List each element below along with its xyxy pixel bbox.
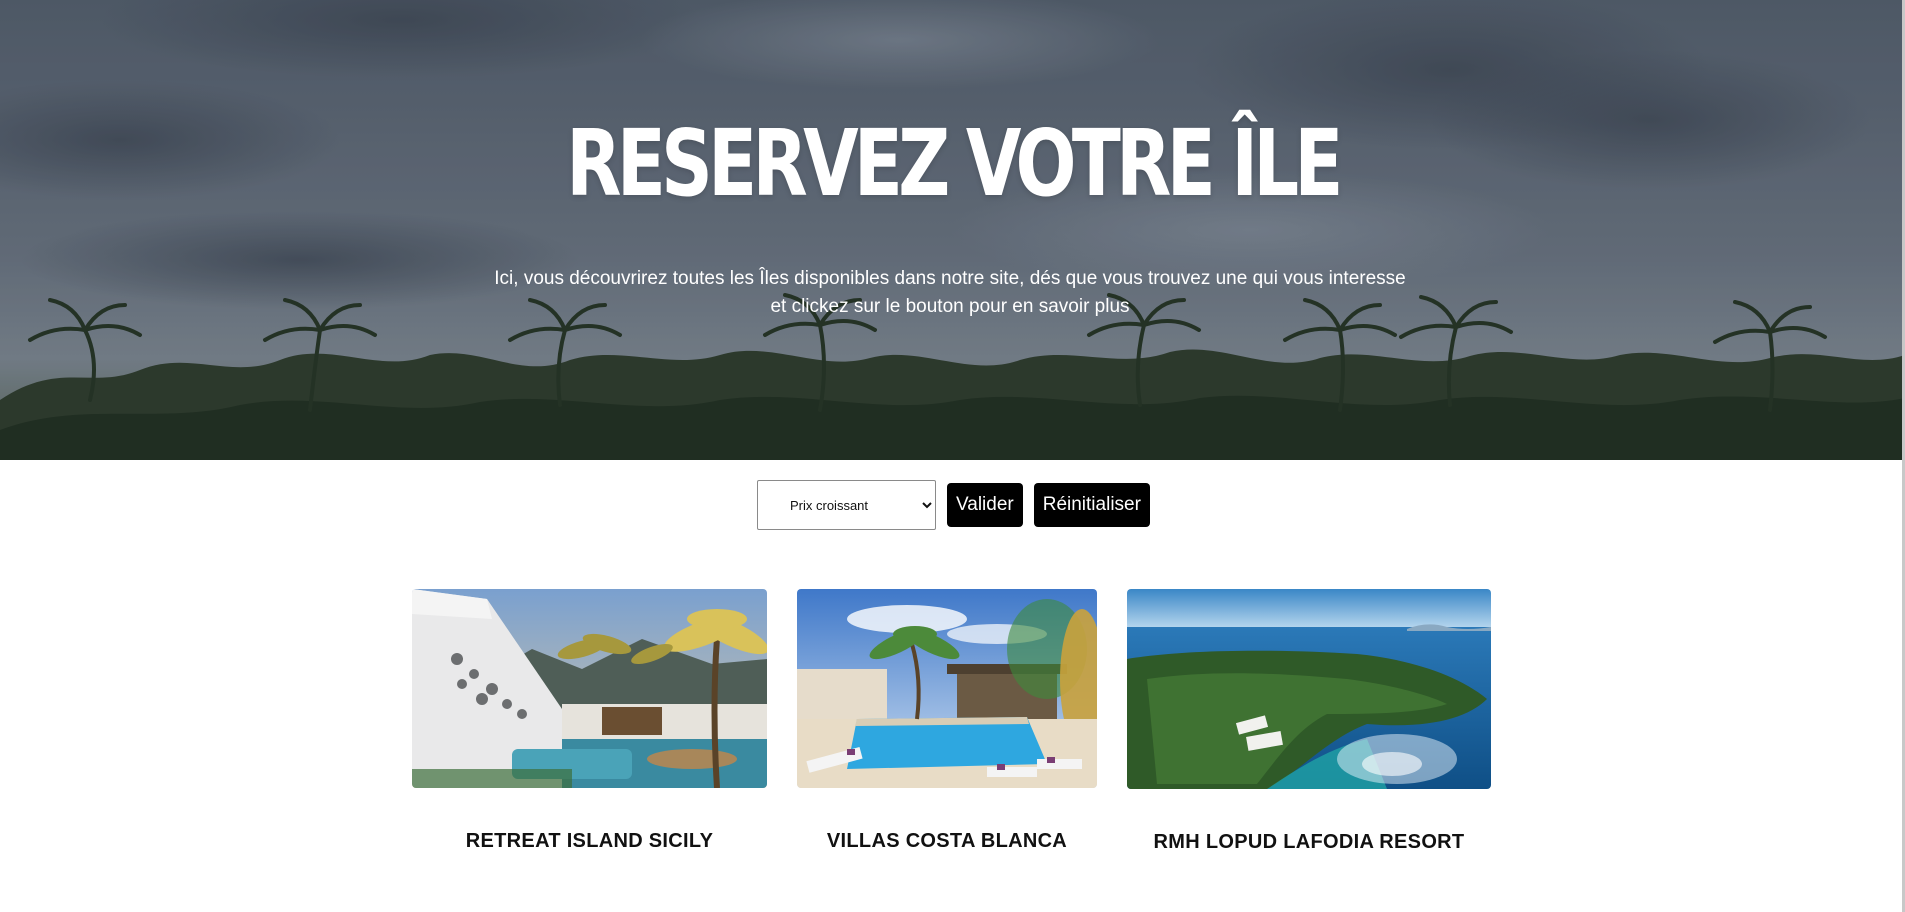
page: RESERVEZ VOTRE ÎLE Ici, vous découvrirez…: [0, 0, 1905, 912]
validate-button[interactable]: Valider: [947, 483, 1023, 527]
sort-select[interactable]: Prix croissant: [757, 480, 936, 530]
sort-controls: Prix croissant Valider Réinitialiser: [757, 480, 1150, 530]
hero-background-image: [0, 0, 1905, 460]
island-image[interactable]: [412, 589, 767, 788]
island-name: VILLAS COSTA BLANCA: [826, 830, 1068, 852]
reset-button[interactable]: Réinitialiser: [1033, 483, 1150, 527]
island-card[interactable]: VILLAS COSTA BLANCA: [797, 589, 1097, 853]
page-title: RESERVEZ VOTRE ÎLE: [566, 110, 1343, 217]
island-card[interactable]: RMH LOPUD LAFODIA RESORT: [1127, 589, 1491, 854]
island-name: RETREAT ISLAND SICILY: [465, 830, 714, 852]
hero-description: Ici, vous découvrirez toutes les Îles di…: [494, 268, 1406, 317]
island-image[interactable]: [1127, 589, 1491, 789]
island-name: RMH LOPUD LAFODIA RESORT: [1153, 831, 1465, 853]
island-image[interactable]: [797, 589, 1097, 788]
island-card[interactable]: RETREAT ISLAND SICILY: [412, 589, 767, 853]
hero-banner: RESERVEZ VOTRE ÎLE Ici, vous découvrirez…: [0, 0, 1905, 460]
